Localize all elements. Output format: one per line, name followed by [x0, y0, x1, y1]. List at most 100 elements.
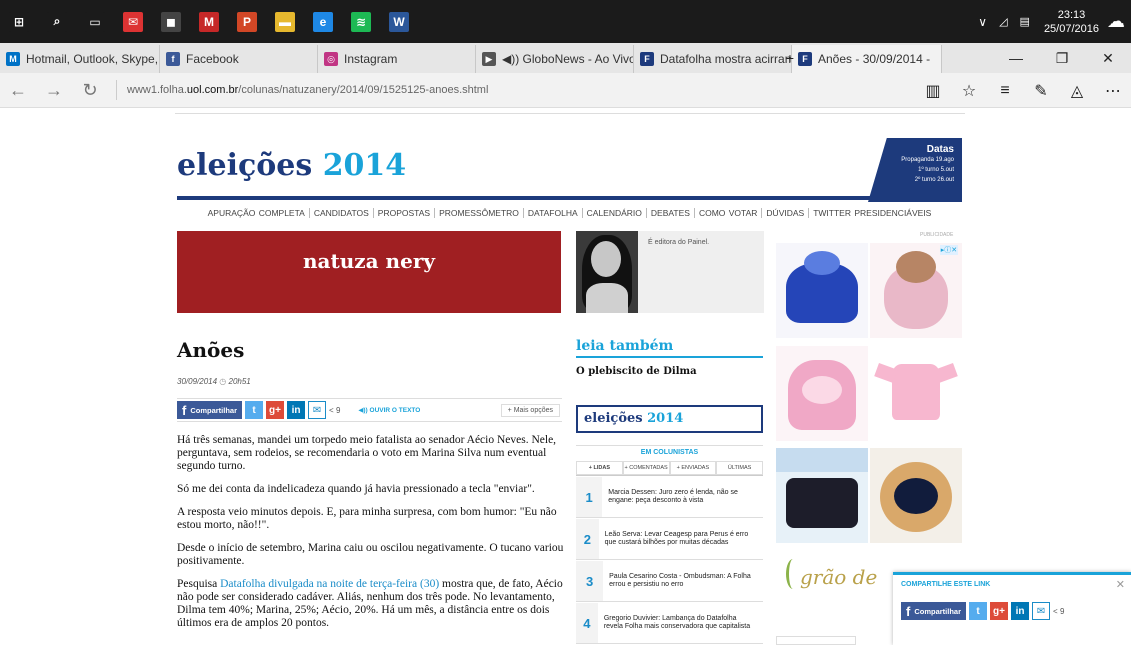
- tab-enviadas[interactable]: + ENVIADAS: [669, 461, 717, 475]
- ad-product-image[interactable]: [870, 346, 962, 441]
- menu-item[interactable]: PROPOSTAS: [373, 208, 436, 218]
- search-icon[interactable]: ⌕: [38, 0, 76, 43]
- share-icon[interactable]: ◬: [1059, 81, 1095, 101]
- menu-item[interactable]: CALENDÁRIO: [582, 208, 647, 218]
- menu-item[interactable]: APURAÇÃO COMPLETA: [203, 208, 310, 218]
- tab-lidas[interactable]: + LIDAS: [576, 461, 623, 475]
- menu-item[interactable]: DATAFOLHA: [523, 208, 583, 218]
- facebook-share-button[interactable]: f Compartilhar: [901, 602, 967, 620]
- columnist-banner[interactable]: natuza nery: [177, 231, 561, 313]
- ad-label: PUBLICIDADE: [920, 232, 954, 238]
- menu-item[interactable]: CANDIDATOS: [309, 208, 374, 218]
- share-count: < 9: [329, 405, 341, 415]
- menu-item[interactable]: PROMESSÔMETRO: [435, 208, 524, 218]
- browser-tab[interactable]: ◎ Instagram: [318, 45, 476, 73]
- new-tab-icon[interactable]: +: [767, 50, 813, 66]
- leia-tambem-heading: leia também: [576, 338, 763, 358]
- list-item[interactable]: 1 Marcia Dessen: Juro zero é lenda, não s…: [576, 477, 763, 518]
- chevron-up-icon[interactable]: ∨: [978, 15, 987, 29]
- datafolha-link[interactable]: Datafolha divulgada na noite de terça-fe…: [220, 578, 439, 590]
- word-icon[interactable]: W: [380, 0, 418, 43]
- favorite-star-icon[interactable]: ☆: [951, 81, 987, 101]
- window-controls: + — ❐ ✕: [767, 43, 1131, 73]
- network-icon[interactable]: ◿: [999, 15, 1007, 28]
- article-title: Anões: [177, 338, 245, 362]
- ad-product-image[interactable]: [776, 448, 868, 543]
- datas-row: 1º turno 5.out: [918, 167, 954, 173]
- explorer-icon[interactable]: ▬: [266, 0, 304, 43]
- linkedin-share-button[interactable]: in: [1011, 602, 1030, 620]
- list-item[interactable]: 3 Paula Cesarino Costa - Ombudsman: A Fol…: [576, 561, 763, 602]
- ad-product-image[interactable]: [776, 243, 868, 338]
- windows-icon[interactable]: ⊞: [0, 0, 38, 43]
- share-count: < 9: [1053, 606, 1065, 616]
- menu-item[interactable]: COMO VOTAR: [694, 208, 763, 218]
- favicon-icon: ▶: [482, 52, 496, 66]
- ad-product-image[interactable]: [870, 448, 962, 543]
- email-share-button[interactable]: ✉: [308, 401, 327, 419]
- eleicoes-logo[interactable]: eleições 2014: [177, 148, 406, 183]
- browser-toolbar: ▥ ☆ ≡ ✎ ◬ ⋯: [915, 73, 1131, 108]
- weather-icon[interactable]: ☁: [1107, 11, 1125, 32]
- related-link[interactable]: O plebiscito de Dilma: [576, 366, 697, 377]
- em-colunistas-heading: EM COLUNISTAS: [576, 445, 763, 456]
- clock[interactable]: 23:13 25/07/2016: [1044, 8, 1099, 36]
- menu-item[interactable]: TWITTER PRESIDENCIÁVEIS: [809, 208, 935, 218]
- restore-button[interactable]: ❐: [1039, 50, 1085, 67]
- close-icon[interactable]: ✕: [1116, 578, 1125, 591]
- linkedin-share-button[interactable]: in: [287, 401, 306, 419]
- powerpoint-icon[interactable]: P: [228, 0, 266, 43]
- google-plus-share-button[interactable]: g+: [990, 602, 1009, 620]
- store-icon[interactable]: ◼: [152, 0, 190, 43]
- browser-tab[interactable]: ▶ ◀)) GloboNews - Ao Vivo: [476, 45, 634, 73]
- ad-product-image[interactable]: [776, 346, 868, 441]
- more-icon[interactable]: ⋯: [1095, 81, 1131, 101]
- facebook-icon: f: [906, 603, 911, 619]
- section-menu: APURAÇÃO COMPLETA CANDIDATOS PROPOSTAS PROM…: [177, 208, 962, 218]
- facebook-share-button[interactable]: f Compartilhar: [177, 401, 243, 419]
- share-bar: f Compartilhar t g+ in ✉ < 9 ◀)) OUVIR O …: [177, 398, 562, 422]
- list-item[interactable]: 4 Gregorio Duvivier: Lambança do Datafolh…: [576, 603, 763, 644]
- close-window-button[interactable]: ✕: [1085, 50, 1131, 67]
- minimize-button[interactable]: —: [993, 50, 1039, 66]
- menu-item[interactable]: DEBATES: [646, 208, 695, 218]
- ad-product-image[interactable]: ▸ⓘ✕: [870, 243, 962, 338]
- more-options-button[interactable]: + Mais opções: [500, 403, 560, 417]
- email-share-button[interactable]: ✉: [1032, 602, 1051, 620]
- mail-icon[interactable]: ✉: [114, 0, 152, 43]
- tab-label: Hotmail, Outlook, Skype, F: [26, 52, 160, 66]
- mcafee-icon[interactable]: M: [190, 0, 228, 43]
- refresh-icon[interactable]: ↻: [72, 80, 108, 101]
- datas-box: Datas Propaganda 19.ago 1º turno 5.out 2…: [868, 138, 962, 202]
- twitter-share-button[interactable]: t: [969, 602, 988, 620]
- forward-icon[interactable]: →: [36, 80, 72, 101]
- paragraph: A resposta veio minutos depois. E, para …: [177, 506, 557, 531]
- message-icon[interactable]: ▤: [1020, 15, 1030, 28]
- tab-comentadas[interactable]: + COMENTADAS: [622, 461, 670, 475]
- web-note-icon[interactable]: ✎: [1023, 81, 1059, 101]
- reading-view-icon[interactable]: ▥: [915, 81, 951, 101]
- eleicoes-box[interactable]: eleições 2014: [576, 405, 763, 433]
- tab-ultimas[interactable]: ÚLTIMAS: [716, 461, 763, 475]
- columnist-bio: É editora do Painel.: [638, 231, 764, 313]
- google-plus-share-button[interactable]: g+: [266, 401, 285, 419]
- ad-brand[interactable]: grão de: [776, 551, 892, 611]
- spotify-icon[interactable]: ≋: [342, 0, 380, 43]
- task-view-icon[interactable]: ▭: [76, 0, 114, 43]
- top-strip: [175, 108, 965, 114]
- web-page: eleições 2014 Datas Propaganda 19.ago 1º…: [0, 108, 1131, 645]
- share-popup: COMPARTILHE ESTE LINK ✕ f Compartilhar t …: [893, 572, 1131, 645]
- list-item[interactable]: 2 Leão Serva: Levar Ceagesp para Perus é …: [576, 519, 763, 560]
- hub-icon[interactable]: ≡: [987, 82, 1023, 100]
- listen-button[interactable]: ◀)) OUVIR O TEXTO: [358, 406, 420, 414]
- browser-tab[interactable]: f Facebook: [160, 45, 318, 73]
- menu-item[interactable]: DÚVIDAS: [762, 208, 810, 218]
- ad-choices-icon[interactable]: ▸ⓘ✕: [940, 245, 958, 255]
- browser-tab[interactable]: M Hotmail, Outlook, Skype, F: [0, 45, 160, 73]
- tab-label: Facebook: [186, 52, 239, 66]
- url-field[interactable]: www1.folha. uol.com.br/colunas/natuzanery…: [116, 80, 488, 100]
- edge-icon[interactable]: e: [304, 0, 342, 43]
- twitter-share-button[interactable]: t: [245, 401, 264, 419]
- colunistas-tabs: + LIDAS + COMENTADAS + ENVIADAS ÚLTIMAS: [576, 461, 763, 476]
- back-icon[interactable]: ←: [0, 80, 36, 101]
